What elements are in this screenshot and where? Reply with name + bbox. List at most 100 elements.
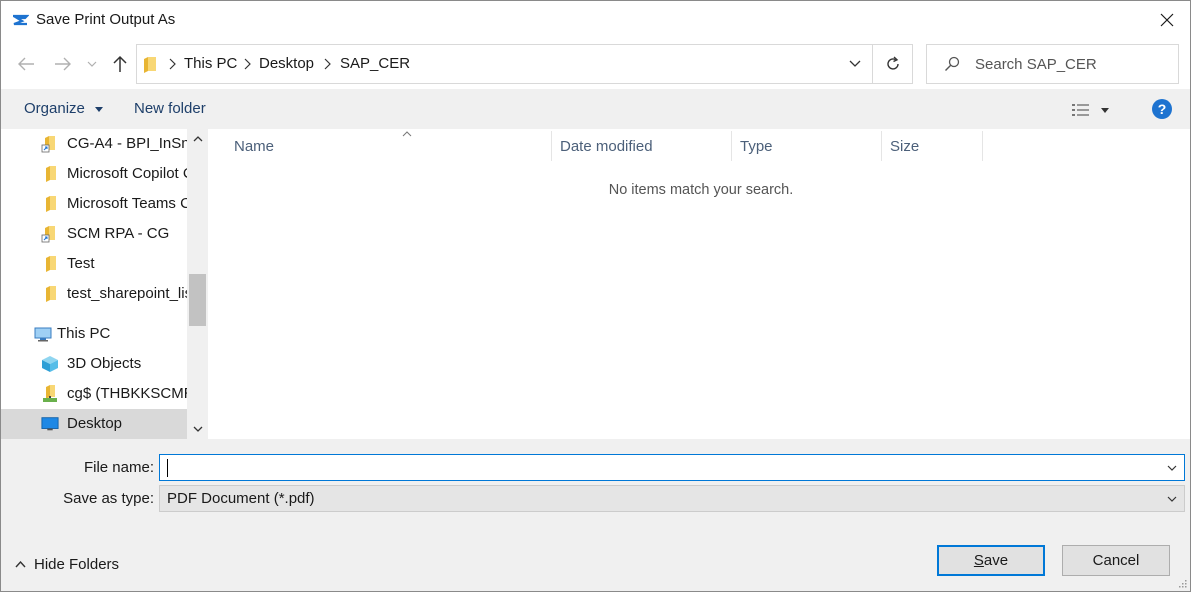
nav-item-copilot-chat-files[interactable]: Microsoft Copilot Chat Files (1, 159, 187, 189)
save-form: File name: Save as type: PDF Document (*… (1, 439, 1190, 591)
folder-icon (144, 57, 156, 73)
cancel-button[interactable]: Cancel (1062, 545, 1170, 576)
recent-locations-button[interactable] (84, 53, 100, 75)
save-as-type-value: PDF Document (*.pdf) (167, 490, 315, 507)
scroll-up-button[interactable] (187, 129, 208, 149)
hide-folders-label: Hide Folders (34, 556, 120, 573)
column-label: Type (740, 137, 773, 155)
arrow-right-icon (55, 57, 71, 71)
file-name-input[interactable] (166, 458, 1146, 478)
nav-item-cg-a4[interactable]: CG-A4 - BPI_InSnap (1, 129, 187, 159)
breadcrumb-current-folder[interactable]: SAP_CER (340, 55, 410, 72)
chevron-right-icon (169, 58, 176, 70)
nav-item-3d-objects[interactable]: 3D Objects (1, 349, 187, 379)
scroll-down-button[interactable] (187, 419, 208, 439)
arrow-up-icon (113, 55, 127, 72)
column-label: Name (234, 137, 275, 155)
nav-item-desktop[interactable]: Desktop (1, 409, 187, 439)
help-icon: ? (1157, 101, 1167, 117)
chevron-down-icon (1167, 465, 1177, 471)
sort-ascending-icon (402, 131, 412, 137)
navigation-pane: CG-A4 - BPI_InSnap Microsoft Copilot Cha… (1, 129, 208, 439)
address-history-dropdown[interactable] (837, 45, 873, 83)
save-as-type-select[interactable]: PDF Document (*.pdf) (159, 485, 1185, 512)
desktop-icon (41, 417, 59, 431)
nav-item-label: cg$ (THBKKSCMRPA) (67, 385, 187, 402)
nav-item-network-drive[interactable]: cg$ (THBKKSCMRPA) (1, 379, 187, 409)
nav-item-label: test_sharepoint_list (67, 285, 187, 302)
save-button[interactable]: Save (937, 545, 1045, 576)
computer-icon (34, 327, 52, 342)
nav-item-label: Microsoft Copilot Chat Files (67, 165, 187, 182)
column-label: Date modified (560, 137, 653, 155)
nav-item-label: Desktop (67, 415, 123, 432)
organize-button[interactable]: Organize (24, 100, 104, 117)
search-icon (945, 56, 960, 71)
help-button[interactable]: ? (1152, 99, 1172, 119)
breadcrumb-desktop[interactable]: Desktop (259, 55, 314, 72)
file-name-label: File name: (83, 459, 154, 476)
search-box[interactable] (926, 44, 1179, 84)
text-cursor (167, 459, 168, 477)
chevron-down-icon (87, 61, 97, 67)
nav-item-scm-rpa[interactable]: SCM RPA - CG (1, 219, 187, 249)
column-header-date-modified[interactable]: Date modified (552, 131, 732, 161)
file-name-dropdown[interactable] (1164, 455, 1180, 480)
command-bar: Organize New folder ? (1, 89, 1190, 129)
column-header-name[interactable]: Name (226, 131, 552, 161)
file-list: Name Date modified Type Size No items ma… (208, 129, 1190, 439)
refresh-icon (887, 56, 899, 70)
refresh-button[interactable] (873, 45, 913, 83)
address-bar[interactable]: This PC Desktop SAP_CER (136, 44, 913, 84)
folder-icon (46, 166, 56, 182)
chevron-down-icon (849, 60, 861, 67)
nav-item-label: CG-A4 - BPI_InSnap (67, 135, 187, 152)
details-view-icon (1072, 104, 1089, 116)
arrow-left-icon (18, 57, 34, 71)
cube-icon (42, 356, 58, 372)
organize-label: Organize (24, 100, 85, 117)
app-icon (13, 14, 29, 26)
empty-message: No items match your search. (608, 182, 794, 198)
nav-item-teams-chat-files[interactable]: Microsoft Teams Chat Files (1, 189, 187, 219)
nav-item-test-sharepoint-list[interactable]: test_sharepoint_list (1, 279, 187, 309)
folder-icon (46, 256, 56, 272)
nav-pane-scrollbar[interactable] (187, 129, 208, 439)
back-button[interactable] (15, 53, 37, 75)
chevron-down-icon (1167, 496, 1177, 502)
caret-down-icon (95, 106, 104, 112)
forward-button[interactable] (52, 53, 74, 75)
title-bar: Save Print Output As (1, 1, 1190, 39)
column-header-size[interactable]: Size (882, 131, 983, 161)
window-title: Save Print Output As (36, 11, 176, 28)
breadcrumb-this-pc[interactable]: This PC (184, 55, 237, 72)
resize-grip-icon[interactable] (1177, 578, 1187, 588)
file-name-combobox[interactable] (159, 454, 1185, 481)
folder-icon (46, 196, 56, 212)
chevron-up-icon (193, 136, 202, 142)
shortcut-folder-icon (41, 226, 55, 243)
search-input[interactable] (975, 53, 1170, 75)
nav-item-test[interactable]: Test (1, 249, 187, 279)
caret-down-icon (1101, 107, 1109, 113)
nav-item-label: 3D Objects (67, 355, 142, 372)
nav-item-label: This PC (57, 325, 111, 342)
save-label: Save (973, 552, 1009, 569)
up-button[interactable] (109, 53, 131, 75)
nav-item-this-pc[interactable]: This PC (1, 319, 187, 349)
new-folder-button[interactable]: New folder (134, 100, 206, 117)
chevron-right-icon (244, 58, 251, 70)
save-dialog: Save Print Output As This PC Desktop SAP… (0, 0, 1191, 592)
navigation-bar: This PC Desktop SAP_CER (1, 39, 1190, 89)
scroll-thumb[interactable] (189, 274, 206, 326)
chevron-up-icon (15, 561, 26, 568)
nav-item-label: Microsoft Teams Chat Files (67, 195, 187, 212)
column-header-type[interactable]: Type (732, 131, 882, 161)
save-as-type-dropdown[interactable] (1164, 486, 1180, 511)
network-drive-icon (43, 385, 57, 402)
hide-folders-button[interactable]: Hide Folders (15, 556, 119, 573)
shortcut-folder-icon (41, 136, 55, 153)
nav-item-label: Test (67, 255, 95, 272)
close-button[interactable] (1144, 1, 1190, 39)
change-view-button[interactable] (1071, 99, 1121, 121)
